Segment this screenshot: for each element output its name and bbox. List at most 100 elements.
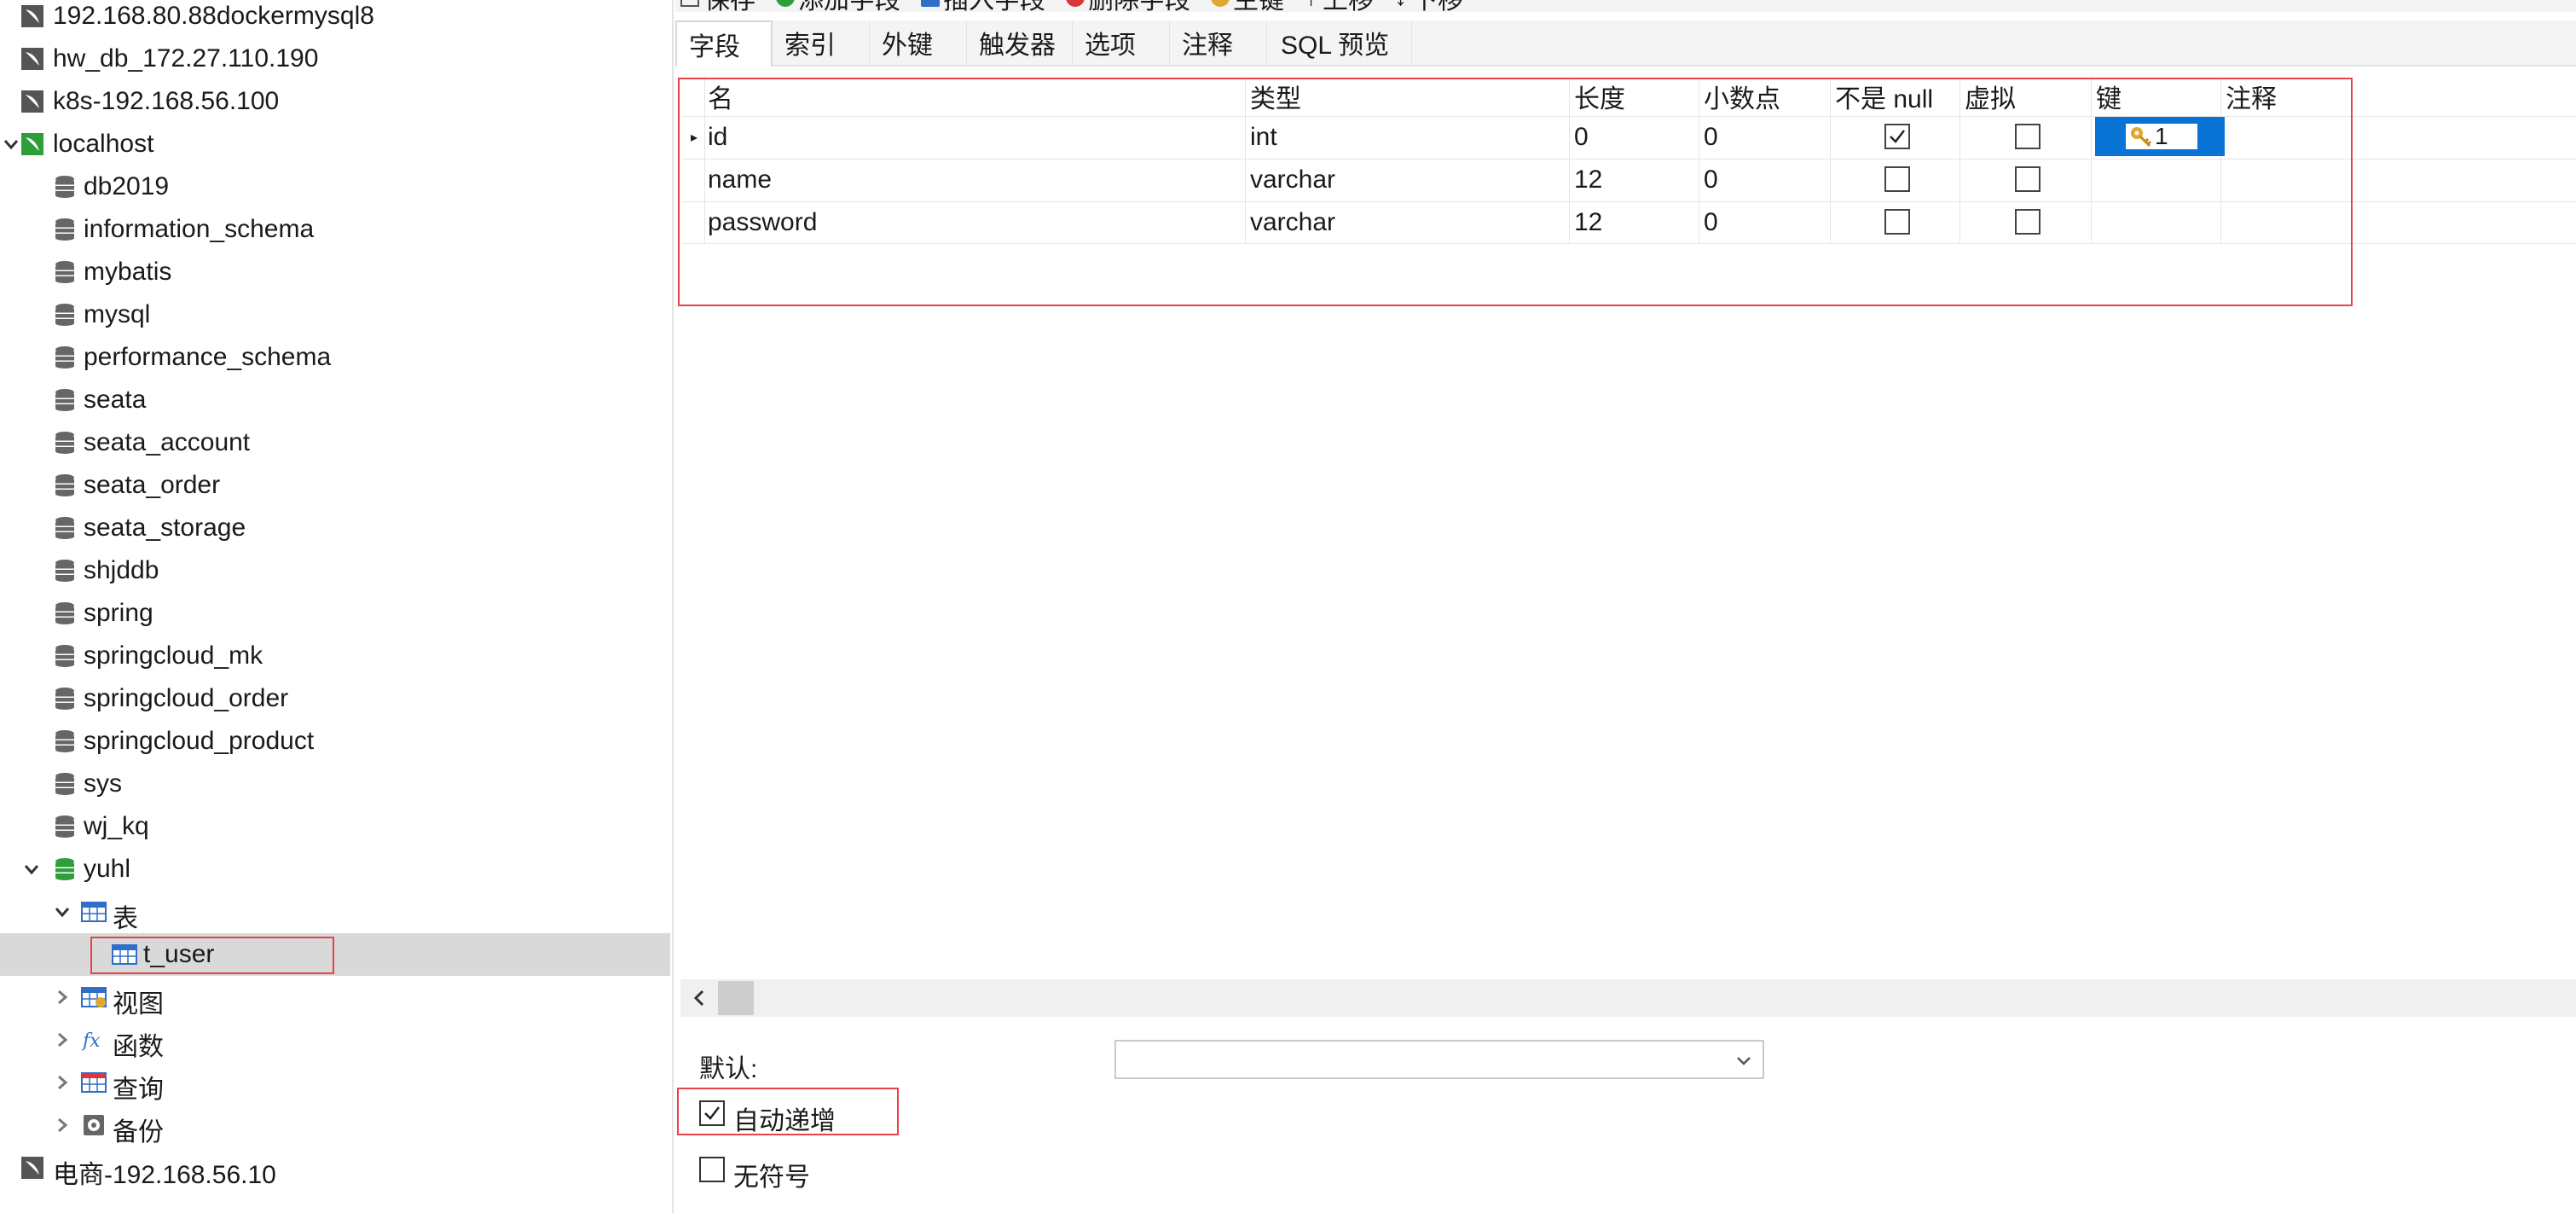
sidebar-item-视图[interactable]: 视图 [0, 976, 670, 1019]
current-row-indicator-icon: ▸ [691, 131, 698, 145]
chevron-down-icon[interactable] [51, 901, 73, 923]
unsigned-checkbox[interactable] [699, 1157, 725, 1182]
sidebar-item-sys[interactable]: sys [0, 763, 670, 805]
key-icon [2131, 127, 2152, 148]
column-header-virtual[interactable]: 虚拟 [1965, 77, 2016, 116]
sidebar-item-label: 函数 [113, 1033, 164, 1061]
tab-foreign-keys[interactable]: 外键 [870, 20, 967, 65]
virtual-checkbox[interactable] [2015, 166, 2041, 192]
horizontal-scrollbar[interactable] [680, 979, 2576, 1017]
sidebar-item-表[interactable]: 表 [0, 891, 670, 933]
move-down-button[interactable]: ↓ 下移 [1394, 0, 1463, 16]
field-length-cell[interactable]: 0 [1574, 116, 1589, 159]
sidebar-item-函数[interactable]: fx 函数 [0, 1019, 670, 1061]
sidebar-item-label: localhost [53, 130, 154, 158]
table-row[interactable]: name [708, 159, 772, 201]
column-header-type[interactable]: 类型 [1250, 77, 1301, 116]
field-type-cell[interactable]: int [1250, 116, 1277, 159]
chevron-right-icon[interactable] [51, 1029, 73, 1051]
virtual-checkbox[interactable] [2015, 124, 2041, 149]
connection-icon [19, 45, 46, 73]
grid-line [1959, 77, 1960, 243]
sidebar-item-seata-order[interactable]: seata_order [0, 464, 670, 507]
tab-triggers[interactable]: 触发器 [967, 20, 1073, 65]
delete-field-button[interactable]: 删除字段 [1066, 0, 1190, 16]
default-value-select[interactable] [1114, 1040, 1764, 1079]
database-icon [51, 429, 78, 456]
sidebar-item-springcloud-mk[interactable]: springcloud_mk [0, 635, 670, 677]
scrollbar-thumb[interactable] [718, 981, 754, 1015]
grid-line [682, 243, 2576, 244]
primary-key-button[interactable]: 主键 [1211, 0, 1284, 16]
checkmark-icon [704, 1106, 720, 1120]
sidebar-item-电商-192-168-56-10[interactable]: 电商-192.168.56.10 [0, 1146, 670, 1189]
column-header-not-null[interactable]: 不是 null [1835, 77, 1933, 116]
chevron-right-icon[interactable] [51, 1114, 73, 1136]
sidebar-item-shjddb[interactable]: shjddb [0, 549, 670, 592]
virtual-checkbox[interactable] [2015, 209, 2041, 235]
sidebar-item-seata-storage[interactable]: seata_storage [0, 507, 670, 549]
field-length-cell[interactable]: 12 [1574, 159, 1602, 201]
tab-options[interactable]: 选项 [1073, 20, 1170, 65]
sidebar-item-mybatis[interactable]: mybatis [0, 251, 670, 293]
sidebar-item-wj-kq[interactable]: wj_kq [0, 805, 670, 848]
sidebar-item-seata[interactable]: seata [0, 379, 670, 421]
column-header-name[interactable]: 名 [708, 77, 733, 116]
tab-indexes[interactable]: 索引 [773, 20, 870, 65]
key-order-field[interactable]: 1 [2126, 123, 2197, 149]
sidebar-item-performance-schema[interactable]: performance_schema [0, 336, 670, 379]
move-up-button[interactable]: ↑ 上移 [1305, 0, 1374, 16]
sidebar-item-查询[interactable]: 查询 [0, 1061, 670, 1104]
tab-fields[interactable]: 字段 [675, 20, 773, 67]
connection-icon [19, 1154, 46, 1181]
sidebar-item-yuhl[interactable]: yuhl [0, 848, 670, 891]
sidebar-item-备份[interactable]: 备份 [0, 1104, 670, 1146]
sidebar-item-db2019[interactable]: db2019 [0, 165, 670, 208]
sidebar-item-springcloud-product[interactable]: springcloud_product [0, 720, 670, 763]
tab-comment[interactable]: 注释 [1170, 20, 1267, 65]
field-decimals-cell[interactable]: 0 [1704, 201, 1718, 244]
save-button[interactable]: 保存 [680, 0, 755, 16]
sidebar-item-springcloud-order[interactable]: springcloud_order [0, 677, 670, 720]
connection-open-icon [19, 131, 46, 158]
primary-key-cell[interactable]: 1 [2095, 117, 2225, 156]
not-null-checkbox[interactable] [1884, 124, 1910, 149]
database-icon [51, 301, 78, 328]
delete-icon [1066, 0, 1085, 7]
chevron-down-icon [1737, 1057, 1751, 1065]
sidebar-item-label: springcloud_mk [84, 641, 263, 670]
database-icon [51, 344, 78, 371]
column-header-length[interactable]: 长度 [1574, 77, 1625, 116]
field-type-cell[interactable]: varchar [1250, 159, 1335, 201]
column-header-key[interactable]: 键 [2096, 77, 2122, 116]
not-null-checkbox[interactable] [1884, 209, 1910, 235]
field-decimals-cell[interactable]: 0 [1704, 116, 1718, 159]
table-row[interactable]: password [708, 201, 817, 244]
sidebar-item-hw-db-172-27-110-190[interactable]: hw_db_172.27.110.190 [0, 38, 670, 80]
field-type-cell[interactable]: varchar [1250, 201, 1335, 244]
grid-line [704, 77, 705, 243]
sidebar-item-k8s-192-168-56-100[interactable]: k8s-192.168.56.100 [0, 80, 670, 123]
column-header-comment[interactable]: 注释 [2226, 77, 2277, 116]
sidebar-item-label: shjddb [84, 556, 159, 584]
sidebar-item-information-schema[interactable]: information_schema [0, 208, 670, 251]
auto-increment-checkbox[interactable] [699, 1100, 725, 1126]
not-null-checkbox[interactable] [1884, 166, 1910, 192]
add-field-button[interactable]: 添加字段 [776, 0, 900, 16]
chevron-down-icon[interactable] [20, 858, 43, 880]
field-decimals-cell[interactable]: 0 [1704, 159, 1718, 201]
tab-sql-preview[interactable]: SQL 预览 [1267, 20, 1412, 65]
sidebar-item-t-user[interactable]: t_user [0, 933, 670, 976]
chevron-right-icon[interactable] [51, 1071, 73, 1094]
table-row[interactable]: id [708, 116, 727, 159]
sidebar-item-localhost[interactable]: localhost [0, 123, 670, 165]
sidebar-item-spring[interactable]: spring [0, 592, 670, 635]
scroll-left-icon[interactable] [687, 986, 711, 1010]
chevron-right-icon[interactable] [51, 986, 73, 1008]
sidebar-item-mysql[interactable]: mysql [0, 293, 670, 336]
sidebar-item-seata-account[interactable]: seata_account [0, 421, 670, 464]
sidebar-item-192-168-80-88dockermysql8[interactable]: 192.168.80.88dockermysql8 [0, 0, 670, 38]
column-header-decimals[interactable]: 小数点 [1704, 77, 1780, 116]
insert-field-button[interactable]: 插入字段 [921, 0, 1045, 16]
field-length-cell[interactable]: 12 [1574, 201, 1602, 244]
